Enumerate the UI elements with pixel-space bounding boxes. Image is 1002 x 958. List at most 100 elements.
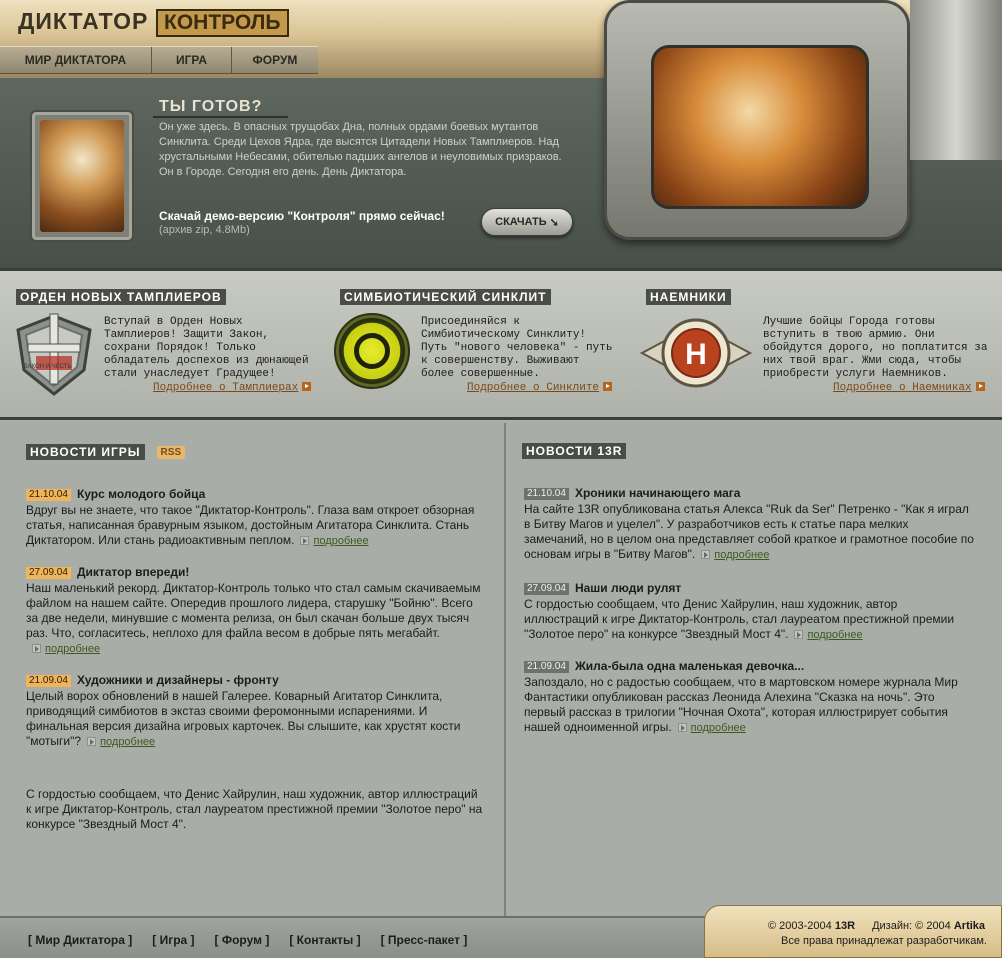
- promo-title-divider: [153, 116, 288, 118]
- news-divider: [504, 423, 506, 916]
- mercenary-emblem-icon[interactable]: H: [640, 318, 752, 388]
- more-link[interactable]: подробнее: [794, 629, 863, 641]
- arrow-right-icon: [603, 382, 613, 391]
- faction-text-sinklit: Присоединяйся к Симбиотическому Синклиту…: [421, 316, 613, 380]
- news-body-text: Наш маленький рекорд. Диктатор-Контроль …: [26, 581, 481, 640]
- promo-cta[interactable]: Скачай демо-версию "Контроля" прямо сейч…: [159, 209, 445, 223]
- news-title[interactable]: Хроники начинающего мага: [575, 486, 741, 500]
- logo-title[interactable]: ДИКТАТОР: [18, 8, 148, 35]
- faction-link-sinklit[interactable]: Подробнее о Синклите: [467, 382, 599, 394]
- news-item: 21.09.04 Жила-была одна маленькая девочка…: [524, 659, 974, 736]
- nav-game[interactable]: ИГРА: [152, 47, 232, 73]
- news-title[interactable]: Жила-была одна маленькая девочка...: [575, 659, 804, 673]
- faction-link-mercs[interactable]: Подробнее о Наемниках: [833, 382, 972, 394]
- nav-world[interactable]: МИР ДИКТАТОРА: [0, 47, 152, 73]
- promo-text: Он уже здесь. В опасных трущобах Дна, по…: [159, 120, 579, 180]
- game-news-header: НОВОСТИ ИГРЫ RSS: [26, 444, 186, 460]
- faction-title-sinklit: СИМБИОТИЧЕСКИЙ СИНКЛИТ: [340, 289, 551, 305]
- more-link-label: подробнее: [100, 736, 156, 748]
- download-arrow-icon: ➘: [549, 216, 559, 229]
- download-button[interactable]: СКАЧАТЬ ➘: [481, 208, 573, 236]
- templar-emblem-caption: ЗАКОН И ЧЕСТЬ: [24, 364, 72, 370]
- biohazard-icon[interactable]: [334, 313, 410, 389]
- news-date: 21.09.04: [524, 661, 569, 673]
- templar-shield-icon[interactable]: [12, 312, 96, 398]
- news-body: С гордостью сообщаем, что Денис Хайрулин…: [524, 597, 974, 643]
- faction-title-mercs: НАЕМНИКИ: [646, 289, 731, 305]
- news-item: 27.09.04 Диктатор впереди! Наш маленький …: [26, 565, 486, 657]
- news-extra-text: С гордостью сообщаем, что Денис Хайрулин…: [26, 787, 483, 831]
- promo-paragraph: Он уже здесь. В опасных трущобах Дна, по…: [159, 121, 562, 163]
- more-link[interactable]: подробнее: [32, 643, 100, 655]
- news-body: Целый ворох обновлений в нашей Галерее. …: [26, 689, 486, 750]
- arrow-right-icon: [975, 382, 985, 391]
- more-arrow-icon: [87, 737, 97, 746]
- copyright-company[interactable]: 13R: [835, 920, 855, 932]
- more-link-label: подробнее: [807, 629, 863, 641]
- promo-portrait-image: [40, 120, 124, 232]
- studio-news-heading: НОВОСТИ 13R: [522, 443, 627, 459]
- news-item: 21.10.04 Курс молодого бойца Вдруг вы не …: [26, 487, 486, 549]
- more-link[interactable]: подробнее: [677, 722, 746, 734]
- promo-title: ТЫ ГОТОВ?: [159, 98, 263, 115]
- arrow-right-icon: [302, 382, 312, 391]
- more-link-label: подробнее: [313, 535, 369, 547]
- news-body: Наш маленький рекорд. Диктатор-Контроль …: [26, 581, 486, 657]
- news-date: 21.10.04: [26, 489, 71, 501]
- more-link-label: подробнее: [690, 722, 746, 734]
- faction-link-mercs-row: Подробнее о Наемниках: [833, 379, 985, 394]
- footer-link-press[interactable]: [ Пресс-пакет ]: [381, 933, 468, 947]
- promo-portrait-frame: [30, 110, 134, 242]
- news-date: 27.09.04: [26, 567, 71, 579]
- news-date: 27.09.04: [524, 583, 569, 595]
- footer-link-game[interactable]: [ Игра ]: [152, 933, 194, 947]
- faction-text-templars: Вступай в Орден Новых Тамплиеров! Защити…: [104, 316, 309, 380]
- faction-link-templars-row: Подробнее о Тамплиерах: [153, 379, 312, 394]
- news-date: 21.09.04: [26, 675, 71, 687]
- more-arrow-icon: [701, 550, 711, 559]
- pipe-decoration: [910, 0, 1002, 160]
- design-company[interactable]: Artika: [954, 920, 985, 932]
- news-item: 27.09.04 Наши люди рулят С гордостью сооб…: [524, 581, 974, 643]
- promo-paragraph: Он в Городе. Сегодня его день. День Дикт…: [159, 166, 407, 178]
- news-date: 21.10.04: [524, 488, 569, 500]
- news-title[interactable]: Курс молодого бойца: [77, 487, 205, 501]
- news-body-text: С гордостью сообщаем, что Денис Хайрулин…: [524, 597, 955, 641]
- more-arrow-icon: [794, 630, 804, 639]
- footer-link-forum[interactable]: [ Форум ]: [215, 933, 270, 947]
- news-body: Вдруг вы не знаете, что такое "Диктатор-…: [26, 503, 486, 549]
- promo-file-info: (архив zip, 4.8Mb): [159, 224, 250, 236]
- more-arrow-icon: [677, 723, 687, 732]
- news-title[interactable]: Диктатор впереди!: [77, 565, 190, 579]
- copyright-prefix: © 2003-2004: [768, 920, 832, 932]
- nav-forum[interactable]: ФОРУМ: [232, 47, 318, 73]
- footer-nav: [ Мир Диктатора ] [ Игра ] [ Форум ] [ К…: [28, 933, 467, 947]
- studio-news-header: НОВОСТИ 13R: [522, 443, 627, 459]
- faction-title-templars: ОРДЕН НОВЫХ ТАМПЛИЕРОВ: [16, 289, 226, 305]
- footer-link-world[interactable]: [ Мир Диктатора ]: [28, 933, 132, 947]
- biohazard-mark: [354, 333, 390, 369]
- faction-link-templars[interactable]: Подробнее о Тамплиерах: [153, 382, 298, 394]
- design-prefix: Дизайн: © 2004: [872, 920, 951, 932]
- monitor-frame: [604, 0, 910, 240]
- copyright: © 2003-2004 13R Дизайн: © 2004 Artika: [768, 920, 985, 932]
- news-title[interactable]: Наши люди рулят: [575, 581, 681, 595]
- logo-subtitle[interactable]: КОНТРОЛЬ: [156, 9, 289, 37]
- footer-link-contacts[interactable]: [ Контакты ]: [289, 933, 360, 947]
- download-button-label: СКАЧАТЬ: [495, 216, 547, 228]
- more-arrow-icon: [300, 536, 310, 545]
- rss-button[interactable]: RSS: [156, 445, 186, 459]
- game-news-heading: НОВОСТИ ИГРЫ: [26, 444, 145, 460]
- top-nav: МИР ДИКТАТОРА ИГРА ФОРУМ: [0, 46, 318, 74]
- more-link[interactable]: подробнее: [87, 736, 155, 748]
- more-link-label: подробнее: [714, 549, 770, 561]
- more-link[interactable]: подробнее: [701, 549, 769, 561]
- monitor-artwork-image: [651, 45, 869, 209]
- more-link[interactable]: подробнее: [300, 535, 369, 547]
- news-body-text: Вдруг вы не знаете, что такое "Диктатор-…: [26, 503, 475, 547]
- news-item: 21.09.04 Художники и дизайнеры - фронту Ц…: [26, 673, 486, 750]
- news-body: На сайте 13R опубликована статья Алекса …: [524, 502, 974, 563]
- news-item: 21.10.04 Хроники начинающего мага На сайт…: [524, 486, 974, 563]
- faction-link-sinklit-row: Подробнее о Синклите: [467, 379, 613, 394]
- news-title[interactable]: Художники и дизайнеры - фронту: [77, 673, 279, 687]
